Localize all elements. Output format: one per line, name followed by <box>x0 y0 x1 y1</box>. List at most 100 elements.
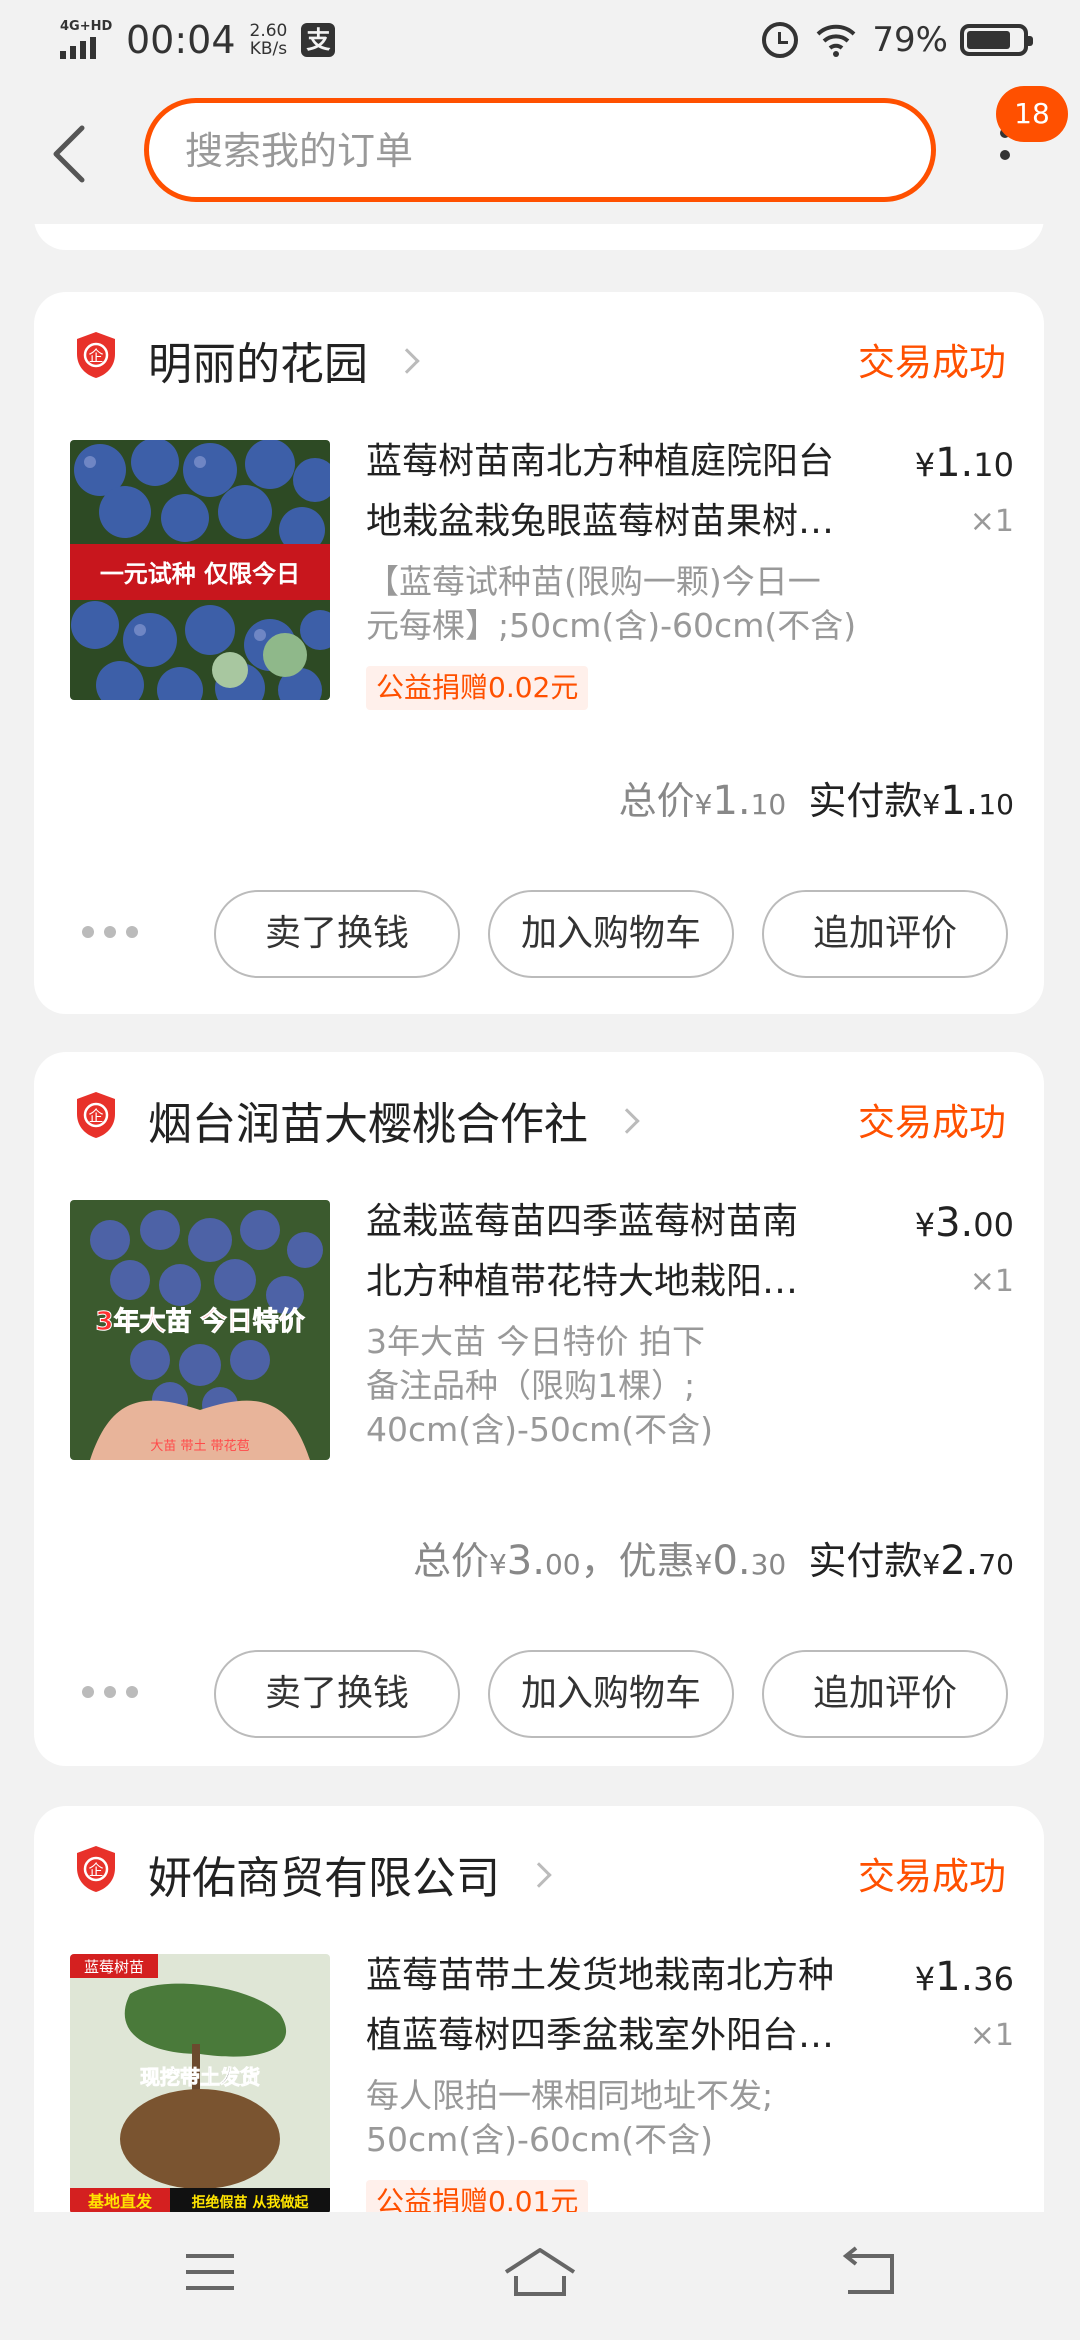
product-title-line: 蓝莓树苗南北方种植庭院阳台 <box>366 441 835 482</box>
product-title[interactable]: 蓝莓树苗南北方种植庭院阳台 地栽盆栽兔眼蓝莓树苗果树… <box>366 432 904 552</box>
more-dots-icon[interactable] <box>82 1686 142 1702</box>
shop-row[interactable]: 企 明丽的花园 交易成功 <box>34 292 1044 412</box>
product-title-line: 北方种植带花特大地栽阳… <box>366 1261 799 1302</box>
add-to-cart-button[interactable]: 加入购物车 <box>488 1650 734 1738</box>
battery-fill <box>967 31 1010 49</box>
order-card: 企 妍佑商贸有限公司 交易成功 蓝莓树苗 现挖带土发货 基地直发 拒绝假苗 从我… <box>34 1806 1044 2212</box>
svg-text:企: 企 <box>88 1107 103 1125</box>
search-input[interactable] <box>185 123 885 179</box>
price-dec: 10 <box>973 446 1014 484</box>
quantity: ×1 <box>969 1264 1014 1299</box>
back-icon[interactable] <box>830 2242 910 2302</box>
image-banner-text: 3年大苗 今日特价 <box>95 1306 305 1337</box>
total-int: 1. <box>712 778 751 824</box>
order-status: 交易成功 <box>858 1101 1006 1144</box>
image-banner-text: 一元试种 仅限今日 <box>100 559 300 588</box>
previous-order-card <box>34 224 1044 250</box>
paid-yen: ¥ <box>922 788 941 821</box>
battery-percent: 79% <box>872 20 948 60</box>
home-icon[interactable] <box>500 2242 580 2302</box>
unit-price: ¥1.36 <box>915 1954 1014 2000</box>
product-title[interactable]: 盆栽蓝莓苗四季蓝莓树苗南 北方种植带花特大地栽阳… <box>366 1192 904 1312</box>
price-int: 1. <box>935 1954 974 2000</box>
shop-row[interactable]: 企 妍佑商贸有限公司 交易成功 <box>34 1806 1044 1926</box>
shop-row[interactable]: 企 烟台润苗大樱桃合作社 交易成功 <box>34 1052 1044 1172</box>
paid-dec: 70 <box>978 1548 1014 1581</box>
alarm-icon <box>762 22 799 58</box>
product-title-line: 盆栽蓝莓苗四季蓝莓树苗南 <box>366 1201 799 1242</box>
action-row: 卖了换钱 加入购物车 追加评价 <box>34 1650 1044 1740</box>
total-dec: 00 <box>544 1548 581 1581</box>
product-image[interactable]: 蓝莓树苗 现挖带土发货 基地直发 拒绝假苗 从我做起 <box>70 1954 330 2212</box>
add-review-button[interactable]: 追加评价 <box>762 1650 1008 1738</box>
more-dots-icon[interactable] <box>82 926 142 942</box>
order-status: 交易成功 <box>858 1855 1006 1898</box>
product-title[interactable]: 蓝莓苗带土发货地栽南北方种 植蓝莓树四季盆栽室外阳台… <box>366 1946 904 2066</box>
image-mid-text: 现挖带土发货 <box>140 2065 260 2089</box>
total-yen: ¥ <box>694 788 713 821</box>
discount-label: ，优惠 <box>580 1539 695 1583</box>
image-bottom-left-text: 基地直发 <box>87 2192 153 2211</box>
total-int: 3. <box>506 1538 545 1584</box>
product-title-line: 蓝莓苗带土发货地栽南北方种 <box>366 1955 835 1996</box>
paid-int: 2. <box>940 1538 979 1584</box>
svg-text:企: 企 <box>88 1861 103 1879</box>
unit-price: ¥3.00 <box>915 1200 1014 1246</box>
shop-name[interactable]: 明丽的花园 <box>148 328 420 392</box>
price-yen: ¥ <box>914 446 936 484</box>
product-sku: 【蓝莓试种苗(限购一颗)今日一 元每棵】;50cm(含)-60cm(不含) <box>366 560 904 648</box>
shop-name[interactable]: 烟台润苗大樱桃合作社 <box>148 1088 640 1152</box>
paid-dec: 10 <box>978 788 1014 821</box>
total-row: 总价¥3.00，优惠¥0.30 实付款¥2.70 <box>413 1530 1014 1585</box>
search-box[interactable] <box>144 98 936 202</box>
total-label: 总价 <box>412 1539 489 1583</box>
paid-yen: ¥ <box>922 1548 941 1581</box>
chevron-right-icon <box>394 348 420 374</box>
menu-icon[interactable] <box>170 2242 250 2302</box>
battery-icon <box>960 24 1033 56</box>
donation-tag: 公益捐赠0.01元 <box>366 2180 589 2212</box>
order-status: 交易成功 <box>858 341 1006 384</box>
add-review-button[interactable]: 追加评价 <box>762 890 1008 978</box>
sell-button[interactable]: 卖了换钱 <box>214 1650 460 1738</box>
add-to-cart-button[interactable]: 加入购物车 <box>488 890 734 978</box>
sku-line: 元每棵】;50cm(含)-60cm(不含) <box>366 606 857 645</box>
product-image[interactable]: 3年大苗 今日特价 大苗 带土 带花苞 <box>70 1200 330 1460</box>
total-row: 总价¥1.10 实付款¥1.10 <box>619 770 1014 825</box>
status-bar: 4G+HD 00:04 2.60 KB/s 支 79% <box>0 0 1080 84</box>
speed-value: 2.60 <box>249 21 288 41</box>
back-arrow-icon[interactable] <box>40 114 100 194</box>
unit-price: ¥1.10 <box>915 440 1014 486</box>
sell-button[interactable]: 卖了换钱 <box>214 890 460 978</box>
product-sku: 3年大苗 今日特价 拍下 备注品种（限购1棵）; 40cm(含)-50cm(不含… <box>366 1320 904 1452</box>
order-card: 企 烟台润苗大樱桃合作社 交易成功 3年大苗 今日特价 大苗 带土 带花苞 盆栽… <box>34 1052 1044 1766</box>
network-speed: 2.60 KB/s <box>250 22 288 58</box>
total-label: 总价 <box>618 779 695 823</box>
image-tag-text: 蓝莓树苗 <box>84 1958 144 1976</box>
clock: 00:04 <box>126 18 236 62</box>
sku-line: 备注品种（限购1棵）; <box>366 1366 696 1405</box>
price-dec: 36 <box>973 1960 1014 1998</box>
price-int: 1. <box>935 440 974 486</box>
quantity: ×1 <box>969 504 1014 539</box>
sku-line: 50cm(含)-60cm(不含) <box>366 2120 713 2159</box>
total-dec: 10 <box>750 788 787 821</box>
total-yen: ¥ <box>488 1548 507 1581</box>
product-title-line: 地栽盆栽兔眼蓝莓树苗果树… <box>366 501 835 542</box>
sku-line: 3年大苗 今日特价 拍下 <box>366 1322 705 1361</box>
product-sku: 每人限拍一棵相同地址不发; 50cm(含)-60cm(不含) <box>366 2074 904 2162</box>
system-nav-bar <box>0 2212 1080 2340</box>
shop-name-text: 烟台润苗大樱桃合作社 <box>148 1099 588 1150</box>
image-caption-text: 大苗 带土 带花苞 <box>150 1438 249 1454</box>
sku-line: 每人限拍一棵相同地址不发; <box>366 2076 774 2115</box>
enterprise-shield-icon: 企 <box>77 1092 115 1138</box>
shop-name-text: 妍佑商贸有限公司 <box>148 1853 500 1904</box>
sku-line: 【蓝莓试种苗(限购一颗)今日一 <box>366 562 821 601</box>
paid-label: 实付款 <box>808 1539 923 1583</box>
action-row: 卖了换钱 加入购物车 追加评价 <box>34 890 1044 980</box>
enterprise-shield-icon: 企 <box>77 1846 115 1892</box>
paid-int: 1. <box>940 778 979 824</box>
product-image[interactable]: 一元试种 仅限今日 <box>70 440 330 700</box>
network-type: 4G+HD <box>60 19 113 34</box>
shop-name[interactable]: 妍佑商贸有限公司 <box>148 1842 552 1906</box>
